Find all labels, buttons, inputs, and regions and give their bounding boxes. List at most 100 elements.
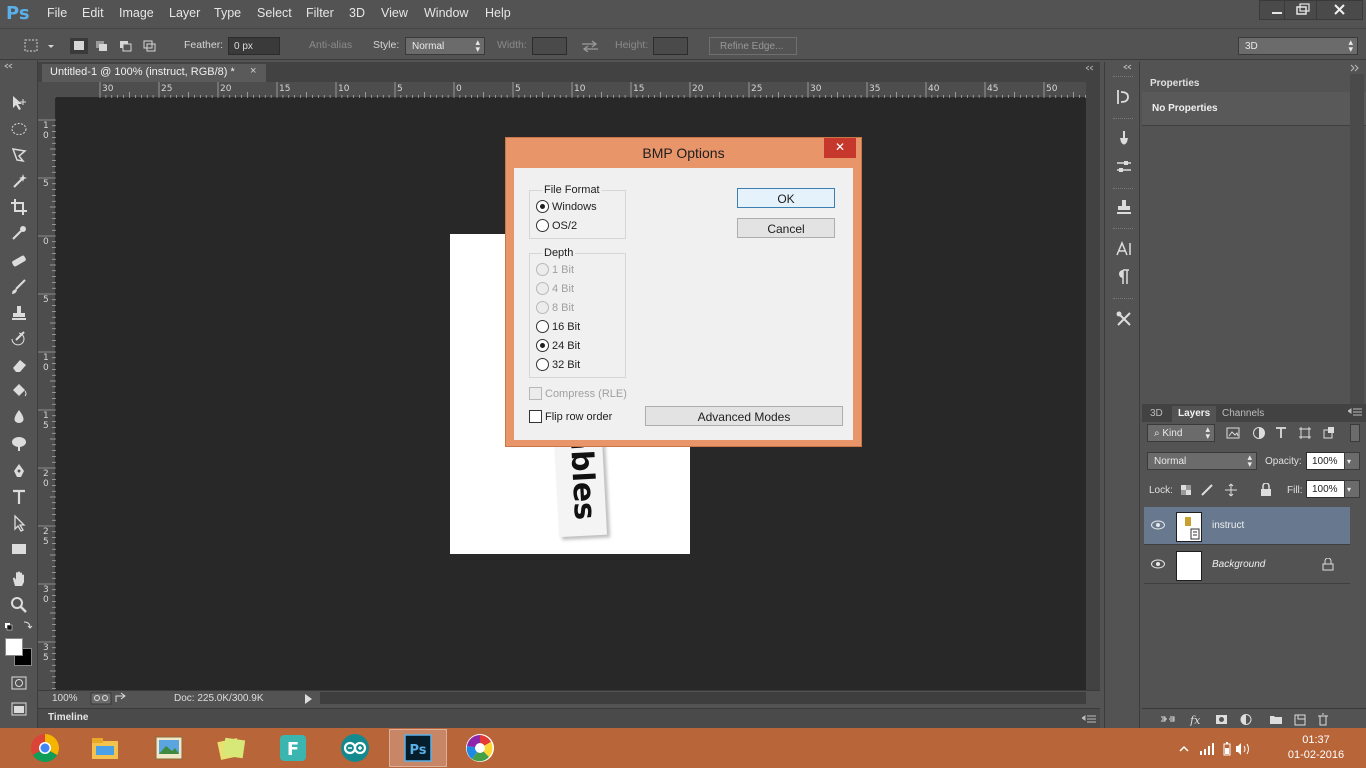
lock-all-icon[interactable] (1260, 483, 1272, 497)
ruler-origin[interactable] (38, 82, 56, 98)
flip-row-order-checkbox[interactable]: Flip row order (529, 410, 612, 423)
eyedropper-tool-icon[interactable] (8, 222, 30, 244)
taskbar-chrome[interactable] (16, 729, 74, 767)
menu-type[interactable]: Type (214, 6, 241, 20)
layer-row-background[interactable]: Background (1144, 546, 1350, 584)
spot-healing-tool-icon[interactable] (8, 250, 30, 272)
filter-toggle[interactable] (1350, 424, 1360, 442)
eraser-tool-icon[interactable] (8, 354, 30, 376)
menu-help[interactable]: Help (485, 6, 511, 20)
screen-mode-icon[interactable] (8, 698, 30, 720)
taskbar-photoshop[interactable]: Ps (389, 729, 447, 767)
vertical-scrollbar[interactable] (1086, 82, 1100, 690)
adjustments-panel-icon[interactable] (1113, 156, 1135, 178)
menu-select[interactable]: Select (257, 6, 292, 20)
dialog-close-button[interactable]: ✕ (824, 138, 856, 158)
style-dropdown[interactable]: Normal ▴ ▾ (405, 37, 485, 55)
clone-stamp-tool-icon[interactable] (8, 302, 30, 324)
pen-tool-icon[interactable] (8, 460, 30, 482)
history-panel-icon[interactable] (1113, 86, 1135, 108)
panel-menu-icon[interactable] (1348, 408, 1362, 416)
character-panel-icon[interactable] (1113, 238, 1135, 260)
fill-slider-button[interactable]: ▾ (1344, 480, 1360, 498)
taskbar-clock[interactable]: 01:37 01-02-2016 (1276, 733, 1356, 763)
type-tool-icon[interactable] (8, 486, 30, 508)
tool-presets-panel-icon[interactable] (1113, 308, 1135, 330)
advanced-modes-button[interactable]: Advanced Modes (645, 406, 843, 426)
zoom-tool-icon[interactable] (8, 594, 30, 616)
lock-icons[interactable] (1180, 483, 1246, 497)
blur-tool-icon[interactable] (8, 406, 30, 428)
radio-button[interactable] (536, 320, 549, 333)
layer-filter-icons[interactable] (1226, 426, 1344, 440)
dodge-tool-icon[interactable] (8, 432, 30, 454)
menu-window[interactable]: Window (424, 6, 468, 20)
panel-menu-icon[interactable] (1082, 715, 1096, 723)
selection-mode-icons[interactable] (70, 38, 160, 54)
clone-source-panel-icon[interactable] (1113, 196, 1135, 218)
collapse-arrows-icon[interactable] (4, 63, 34, 69)
tab-3d[interactable]: 3D (1144, 406, 1169, 422)
ok-button[interactable]: OK (737, 188, 835, 208)
menu-file[interactable]: File (47, 6, 67, 20)
crop-tool-icon[interactable] (8, 196, 30, 218)
vertical-ruler[interactable]: 10505101520253035 (38, 98, 56, 690)
menu-filter[interactable]: Filter (306, 6, 334, 20)
marquee-tool-preset-icon[interactable] (24, 38, 56, 54)
taskbar-picasa[interactable] (451, 729, 509, 767)
height-input[interactable] (653, 37, 688, 55)
checkbox[interactable] (529, 410, 542, 423)
quick-mask-icon[interactable] (8, 672, 30, 694)
magic-wand-tool-icon[interactable] (8, 170, 30, 192)
opacity-slider-button[interactable]: ▾ (1344, 452, 1360, 470)
cancel-button[interactable]: Cancel (737, 218, 835, 238)
opacity-input[interactable]: 100% (1306, 452, 1346, 470)
horizontal-scrollbar[interactable] (320, 692, 1086, 704)
move-tool-icon[interactable] (8, 92, 30, 114)
rectangle-tool-icon[interactable] (8, 538, 30, 560)
taskbar-file-explorer[interactable] (76, 729, 134, 767)
taskbar-sticky-notes[interactable] (202, 729, 260, 767)
feather-input[interactable]: 0 px (228, 37, 280, 55)
radio-button[interactable] (536, 339, 549, 352)
document-menu-icon[interactable] (1084, 64, 1098, 78)
radio-24-bit[interactable]: 24 Bit (536, 339, 580, 352)
close-button[interactable] (1316, 0, 1363, 20)
tab-layers[interactable]: Layers (1172, 406, 1217, 422)
collapse-arrows-icon[interactable] (1123, 64, 1137, 70)
horizontal-ruler[interactable]: 30 25 20 15 10 5 0 5 10 15 20 25 30 35 40 45 50 (56, 82, 1086, 98)
brush-presets-panel-icon[interactable] (1113, 128, 1135, 150)
visibility-eye-icon[interactable] (1150, 558, 1166, 570)
brush-tool-icon[interactable] (8, 276, 30, 298)
layers-footer-icons[interactable]: fx (1160, 713, 1356, 726)
menu-edit[interactable]: Edit (82, 6, 104, 20)
width-input[interactable] (532, 37, 567, 55)
status-menu-arrow-icon[interactable] (304, 694, 314, 704)
restore-button[interactable] (1284, 0, 1320, 20)
paint-bucket-tool-icon[interactable] (8, 380, 30, 402)
ellipse-marquee-tool-icon[interactable] (8, 118, 30, 140)
properties-scrollbar[interactable] (1350, 74, 1364, 404)
swap-width-height-icon[interactable] (581, 40, 599, 52)
document-tab[interactable]: Untitled-1 @ 100% (instruct, RGB/8) * × (42, 64, 266, 82)
fill-input[interactable]: 100% (1306, 480, 1346, 498)
path-selection-tool-icon[interactable] (8, 512, 30, 534)
layer-filter-dropdown[interactable]: ⌕ Kind ▴ ▾ (1147, 424, 1215, 442)
layer-row-instruct[interactable]: instruct (1144, 507, 1350, 545)
paragraph-panel-icon[interactable] (1113, 266, 1135, 288)
workspace-dropdown[interactable]: 3D ▴ ▾ (1238, 37, 1358, 55)
taskbar-arduino[interactable] (326, 729, 384, 767)
refine-edge-button[interactable]: Refine Edge... (709, 37, 797, 55)
timeline-panel-header[interactable]: Timeline (38, 708, 1100, 728)
radio-button[interactable] (536, 219, 549, 232)
tab-channels[interactable]: Channels (1216, 406, 1270, 422)
properties-tab[interactable]: Properties (1144, 76, 1204, 92)
radio-button[interactable] (536, 358, 549, 371)
menu-image[interactable]: Image (119, 6, 154, 20)
lasso-tool-icon[interactable] (8, 144, 30, 166)
hand-tool-icon[interactable] (8, 568, 30, 590)
menu-layer[interactable]: Layer (169, 6, 200, 20)
document-info[interactable]: Doc: 225.0K/300.9K (174, 693, 264, 704)
timeline-label[interactable]: Timeline (48, 712, 88, 723)
collapse-panel-icon[interactable] (1350, 64, 1364, 72)
